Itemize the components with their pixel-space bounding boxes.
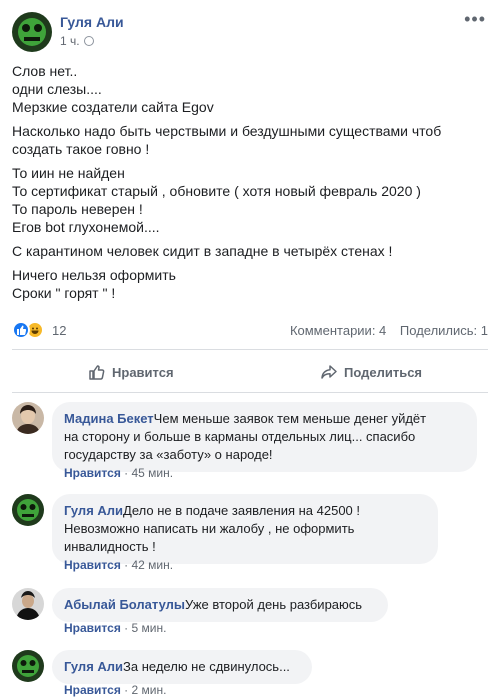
comment-meta: Нравится · 5 мин. [64,621,166,635]
comment-meta: Нравится · 42 мин. [64,558,173,572]
post-timestamp[interactable]: 1 ч. [60,34,94,48]
comment-bubble: Абылай БолатулыУже второй день разбираюс… [52,588,388,622]
meta-separator: · [120,466,132,480]
comments-count[interactable]: Комментарии: 4 [290,323,386,338]
commenter-name[interactable]: Гуля Али [64,503,123,518]
comment-like-link[interactable]: Нравится [64,683,121,697]
comment-meta: Нравится · 2 мин. [64,683,166,697]
comment: Гуля АлиДело не в подаче заявления на 42… [12,494,488,574]
comment: Гуля АлиЗа неделю не сдвинулось... Нрави… [12,650,488,698]
post-line: создать такое говно ! [12,141,150,157]
post-line: Ничего нельзя оформить [12,267,176,283]
comment-text: За неделю не сдвинулось... [123,659,290,674]
commenter-name[interactable]: Мадина Бекет [64,411,154,426]
comment-like-link[interactable]: Нравится [64,621,121,635]
post-line: одни слезы.... [12,81,102,97]
commenter-avatar[interactable] [12,402,44,434]
post-line: Егов bot глухонемой.... [12,219,160,235]
post-line: Насколько надо быть черствыми и бездушны… [12,123,442,139]
comment-time[interactable]: 42 мин. [132,558,174,572]
divider [12,349,488,350]
divider [12,392,488,393]
thumbs-up-icon [89,365,105,380]
comment-text: инвалидность ! [64,539,156,554]
comment-text: на сторону и больше в карманы отдельных … [64,429,416,444]
comment-text: Невозможно написать ни жалобу , не оформ… [64,521,355,536]
reactions-count[interactable]: 12 [52,323,66,338]
comment-meta: Нравится · 45 мин. [64,466,173,480]
commenter-name[interactable]: Гуля Али [64,659,123,674]
comment-text: государству за «заботу» о народе! [64,447,273,462]
like-reaction-icon[interactable] [12,321,30,339]
like-button[interactable]: Нравится [88,358,174,386]
share-button-label: Поделиться [344,364,423,380]
comment-time[interactable]: 2 мин. [132,683,167,697]
commenter-avatar[interactable] [12,650,44,682]
comment-text: Уже второй день разбираюсь [185,597,363,612]
comment: Абылай БолатулыУже второй день разбираюс… [12,588,488,636]
share-arrow-icon [321,365,337,379]
post-line: С карантином человек сидит в западне в ч… [12,243,393,259]
post-stats: 12 Комментарии: 4 Поделились: 1 [12,321,488,341]
share-button[interactable]: Поделиться [320,358,422,386]
comment-bubble: Гуля АлиЗа неделю не сдвинулось... [52,650,312,684]
post-line: Слов нет.. [12,63,78,79]
meta-separator: · [120,683,132,697]
post-actions: Нравится Поделиться [12,352,488,390]
commenter-name[interactable]: Абылай Болатулы [64,597,185,612]
post-text: Слов нет.. одни слезы.... Мерзкие создат… [12,62,492,308]
post-paragraph: Ничего нельзя оформить Сроки " горят " ! [12,266,492,302]
comment-like-link[interactable]: Нравится [64,466,121,480]
meta-separator: · [120,621,132,635]
shares-count[interactable]: Поделились: 1 [400,323,488,338]
comments-shares-stats: Комментарии: 4 Поделились: 1 [280,323,488,338]
comment-like-link[interactable]: Нравится [64,558,121,572]
comment: Мадина БекетЧем меньше заявок тем меньше… [12,402,488,482]
comment-time[interactable]: 5 мин. [132,621,167,635]
like-button-label: Нравится [112,364,174,380]
facebook-post: Гуля Али 1 ч. ••• Слов нет.. одни слезы.… [0,0,500,698]
author-name[interactable]: Гуля Али [60,14,124,30]
post-paragraph: Насколько надо быть черствыми и бездушны… [12,122,492,158]
post-paragraph: То иин не найден То сертификат старый , … [12,164,492,236]
post-line: Сроки " горят " ! [12,285,116,301]
comment-bubble: Мадина БекетЧем меньше заявок тем меньше… [52,402,477,472]
commenter-avatar[interactable] [12,494,44,526]
globe-icon [83,36,94,46]
post-line: То иин не найден [12,165,125,181]
post-line: Мерзкие создатели сайта Egov [12,99,214,115]
author-avatar[interactable] [12,12,52,52]
post-line: То пароль неверен ! [12,201,143,217]
post-paragraph: С карантином человек сидит в западне в ч… [12,242,492,260]
comment-text: Чем меньше заявок тем меньше денег уйдёт [153,411,427,426]
post-line: То сертификат старый , обновите ( хотя н… [12,183,421,199]
meta-separator: · [120,558,132,572]
more-options-button[interactable]: ••• [464,9,486,29]
commenter-avatar[interactable] [12,588,44,620]
comment-time[interactable]: 45 мин. [132,466,174,480]
comment-bubble: Гуля АлиДело не в подаче заявления на 42… [52,494,438,564]
more-dots-icon: ••• [464,9,486,29]
post-time-text[interactable]: 1 ч. [60,34,80,48]
post-paragraph: Слов нет.. одни слезы.... Мерзкие создат… [12,62,492,116]
comment-text: Дело не в подаче заявления на 42500 ! [123,503,361,518]
